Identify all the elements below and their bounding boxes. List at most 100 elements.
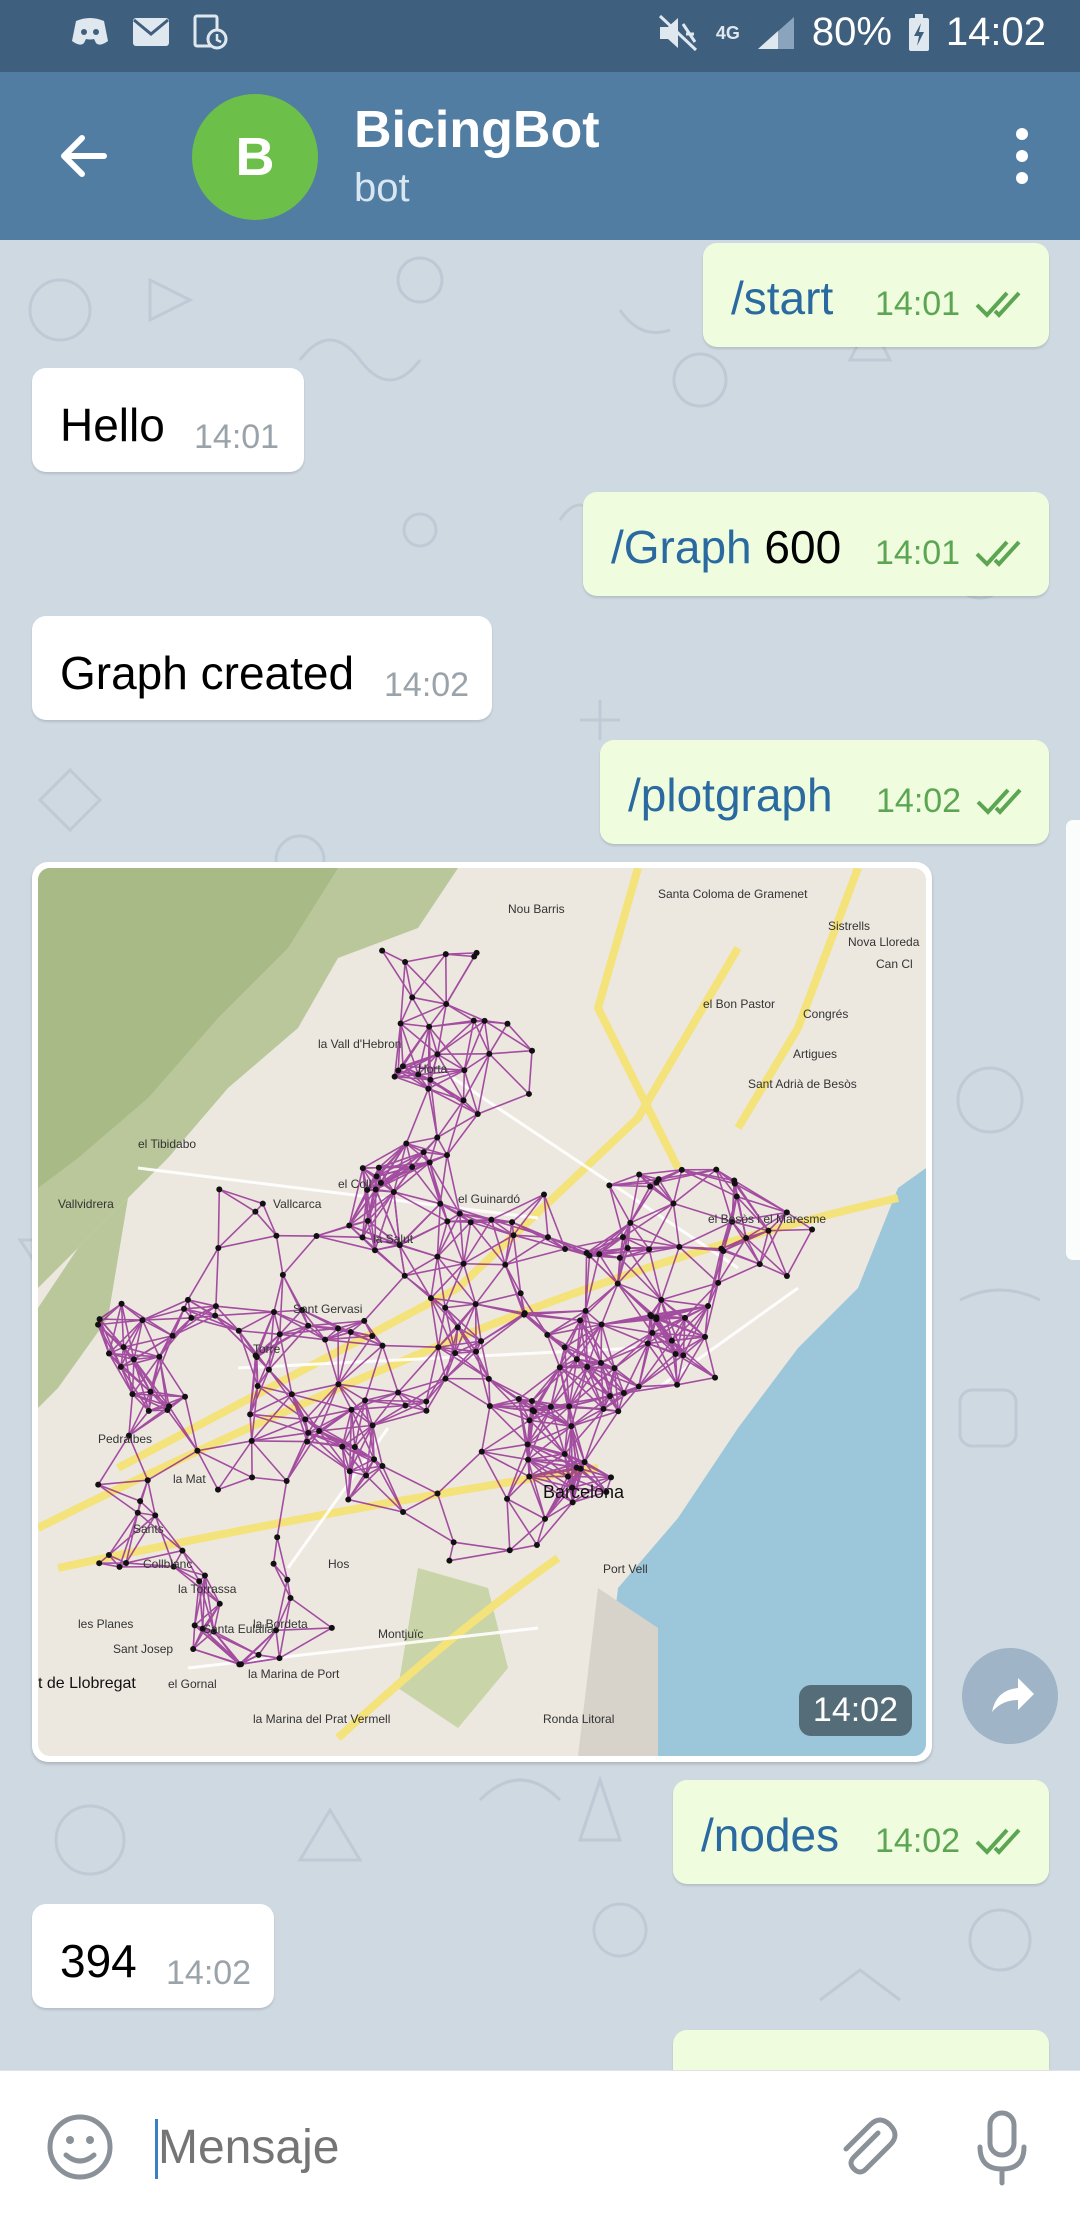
more-options-button[interactable] <box>1002 120 1042 192</box>
graph-edge <box>609 1185 650 1186</box>
message-bubble-outgoing[interactable]: /Graph 600 14:01 <box>583 492 1049 596</box>
photo-message[interactable]: Santa Coloma de GramenetNou BarrisSistre… <box>32 862 932 1762</box>
message-bubble-outgoing-partial[interactable] <box>673 2030 1049 2070</box>
message-bubble-outgoing[interactable]: /start 14:01 <box>703 243 1049 347</box>
graph-node <box>427 1077 433 1083</box>
graph-node <box>434 1254 440 1260</box>
microphone-button[interactable] <box>966 2107 1038 2187</box>
message-bubble-incoming[interactable]: Hello 14:01 <box>32 368 304 472</box>
graph-node <box>562 1451 568 1457</box>
map-label: el Gornal <box>168 1677 217 1691</box>
scroll-indicator[interactable] <box>1066 820 1080 1260</box>
graph-map-image[interactable]: Santa Coloma de GramenetNou BarrisSistre… <box>38 868 926 1756</box>
graph-node <box>188 1315 194 1321</box>
chat-subtitle: bot <box>354 166 410 211</box>
message-bubble-outgoing[interactable]: /nodes 14:02 <box>673 1780 1049 1884</box>
graph-node <box>541 1191 547 1197</box>
mail-icon <box>132 17 170 47</box>
graph-node <box>402 1273 408 1279</box>
chat-header: B BicingBot bot <box>0 72 1080 240</box>
graph-node <box>215 1487 221 1493</box>
more-vert-icon <box>1002 120 1042 192</box>
graph-node <box>669 1338 675 1344</box>
read-checks-icon <box>975 289 1029 319</box>
graph-node <box>653 1314 659 1320</box>
message-input[interactable] <box>156 2111 780 2185</box>
graph-node <box>461 1261 467 1267</box>
graph-node <box>525 1441 531 1447</box>
map-label: la Torrassa <box>178 1582 237 1596</box>
command-link[interactable]: /start <box>731 272 833 324</box>
attach-button[interactable] <box>830 2111 902 2183</box>
message-bubble-outgoing[interactable]: /plotgraph 14:02 <box>600 740 1049 844</box>
read-checks-icon <box>975 1826 1029 1856</box>
graph-node <box>139 1317 145 1323</box>
graph-node <box>676 1244 682 1250</box>
graph-node <box>488 1217 494 1223</box>
graph-node <box>434 1135 440 1141</box>
graph-node <box>443 1001 449 1007</box>
map-label: Hos <box>328 1557 349 1571</box>
graph-node <box>452 1350 458 1356</box>
chat-title[interactable]: BicingBot <box>354 100 600 160</box>
command-link[interactable]: /nodes <box>701 1809 839 1861</box>
graph-node <box>379 948 385 954</box>
graph-node <box>600 1406 606 1412</box>
microphone-icon <box>966 2107 1038 2187</box>
graph-node <box>348 1329 354 1335</box>
graph-node <box>444 1152 450 1158</box>
map-label: la Marina de Port <box>248 1667 340 1681</box>
graph-node <box>152 1512 158 1518</box>
map-label: Torre <box>253 1342 281 1356</box>
graph-node <box>370 1422 376 1428</box>
graph-edge <box>586 1253 587 1311</box>
map-label: Montjuïc <box>378 1627 423 1641</box>
graph-node <box>409 1164 415 1170</box>
graph-node <box>249 1474 255 1480</box>
graph-node <box>529 1048 535 1054</box>
map-label: les Planes <box>78 1617 133 1631</box>
message-bubble-incoming[interactable]: 394 14:02 <box>32 1904 274 2008</box>
avatar[interactable]: B <box>192 94 318 220</box>
graph-node <box>615 1281 621 1287</box>
map-label: el Bon Pastor <box>703 997 775 1011</box>
graph-node <box>289 1391 295 1397</box>
graph-node <box>647 1312 653 1318</box>
graph-node <box>426 1024 432 1030</box>
graph-node <box>147 1389 153 1395</box>
graph-node <box>335 1381 341 1387</box>
graph-node <box>284 1478 290 1484</box>
back-button[interactable] <box>48 120 120 192</box>
graph-node <box>646 1246 652 1252</box>
map-label: Sant Gervasi <box>293 1302 362 1316</box>
graph-node <box>402 959 408 965</box>
graph-edge <box>601 1325 602 1363</box>
message-bubble-incoming[interactable]: Graph created 14:02 <box>32 616 492 720</box>
command-link[interactable]: /plotgraph <box>628 769 833 821</box>
graph-node <box>403 1141 409 1147</box>
graph-node <box>522 1310 528 1316</box>
graph-node <box>765 1228 771 1234</box>
map-label: t de Llobregat <box>38 1675 136 1692</box>
graph-node <box>486 1376 492 1382</box>
download-icon <box>192 14 228 50</box>
signal-icon <box>756 15 796 51</box>
graph-node <box>106 1351 112 1357</box>
graph-node <box>529 1398 535 1404</box>
graph-node <box>329 1625 335 1631</box>
graph-node <box>373 1187 379 1193</box>
map-label: Sants <box>133 1522 164 1536</box>
map-label: Can Cl <box>876 957 913 971</box>
graph-node <box>360 1165 366 1171</box>
graph-node <box>123 1560 129 1566</box>
graph-node <box>809 1227 815 1233</box>
command-link[interactable]: /Graph <box>611 521 752 573</box>
emoji-button[interactable] <box>44 2111 116 2183</box>
graph-node <box>734 1194 740 1200</box>
graph-node <box>95 1482 101 1488</box>
graph-node <box>461 1097 467 1103</box>
message-list[interactable]: /start 14:01 Hello 14:01 /Graph 600 14:0… <box>0 240 1080 2070</box>
message-text: 394 <box>60 1938 137 1984</box>
share-button[interactable] <box>962 1648 1058 1744</box>
graph-node <box>376 1165 382 1171</box>
